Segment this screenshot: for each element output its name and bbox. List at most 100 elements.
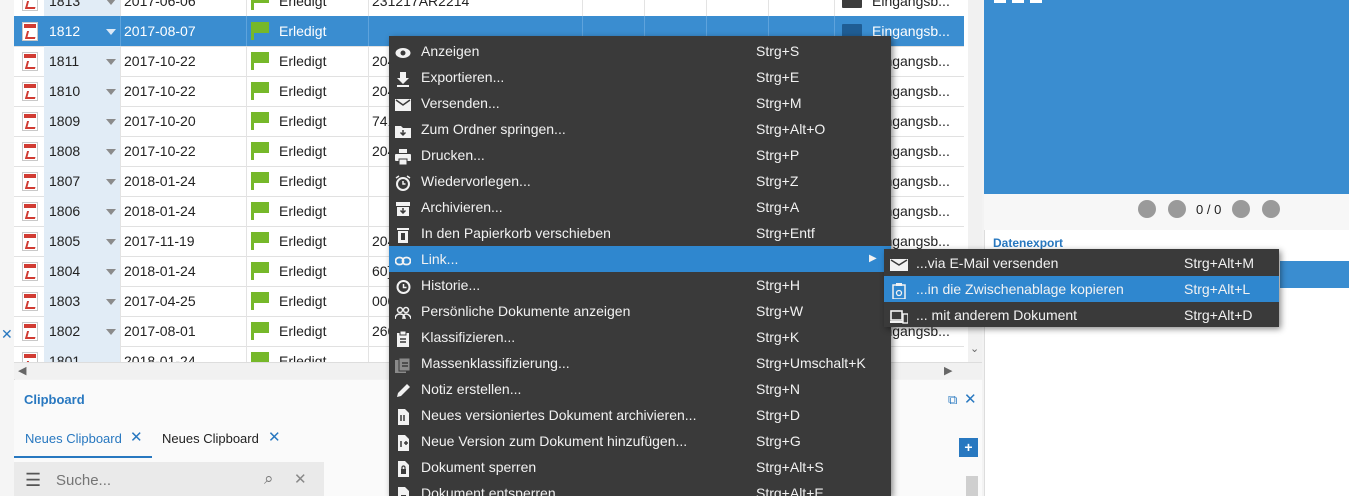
clipboard-copy-icon xyxy=(890,281,908,300)
submenu-item-anderes-dokument[interactable]: ... mit anderem Dokument Strg+Alt+D xyxy=(884,302,1279,328)
green-flag-icon xyxy=(251,22,269,40)
menu-item-drucken[interactable]: Drucken... Strg+P xyxy=(389,142,891,168)
pdf-file-icon xyxy=(22,52,38,71)
archive-icon xyxy=(395,199,411,216)
hamburger-menu-icon[interactable]: ☰ xyxy=(25,470,41,491)
doc-reference xyxy=(368,173,372,189)
menu-item-versenden[interactable]: Versenden... Strg+M xyxy=(389,90,891,116)
first-page-icon[interactable] xyxy=(1138,200,1156,218)
close-icon[interactable]: ✕ xyxy=(1,326,13,343)
doc-id: 1812 xyxy=(49,23,81,39)
dropdown-caret-icon[interactable] xyxy=(106,209,116,215)
scrollbar-thumb[interactable] xyxy=(966,476,978,496)
menu-item-massenklassifizierung[interactable]: Massenklassifizierung... Strg+Umschalt+K xyxy=(389,350,891,376)
doc-type-icon xyxy=(842,0,862,8)
menu-item-klassifizieren[interactable]: Klassifizieren... Strg+K xyxy=(389,324,891,350)
eye-icon xyxy=(395,43,411,59)
doc-id: 1809 xyxy=(49,113,81,129)
scroll-right-icon[interactable]: ▶ xyxy=(944,364,952,377)
green-flag-icon xyxy=(251,292,269,310)
menu-item-neue-version[interactable]: Neue Version zum Dokument hinzufügen... … xyxy=(389,428,891,454)
green-flag-icon xyxy=(251,352,269,362)
pdf-file-icon xyxy=(22,262,38,281)
menu-item-persoenliche-dokumente[interactable]: Persönliche Dokumente anzeigen Strg+W xyxy=(389,298,891,324)
popout-icon[interactable]: ⧉ xyxy=(948,392,957,408)
status-text: Erledigt xyxy=(279,293,327,309)
doc-date: 2018-01-24 xyxy=(124,353,196,362)
menu-item-exportieren[interactable]: Exportieren... Strg+E xyxy=(389,64,891,90)
green-flag-icon xyxy=(251,82,269,100)
dropdown-caret-icon[interactable] xyxy=(106,149,116,155)
submenu-item-email[interactable]: ...via E-Mail versenden Strg+Alt+M xyxy=(884,250,1279,276)
dropdown-caret-icon[interactable] xyxy=(106,119,116,125)
menu-item-wiedervorlegen[interactable]: Wiedervorlegen... Strg+Z xyxy=(389,168,891,194)
doc-id: 1804 xyxy=(49,263,81,279)
menu-item-anzeigen[interactable]: Anzeigen Strg+S xyxy=(389,38,891,64)
menu-item-papierkorb[interactable]: In den Papierkorb verschieben Strg+Entf xyxy=(389,220,891,246)
users-icon xyxy=(394,303,412,320)
scroll-left-icon[interactable]: ◀ xyxy=(18,364,26,377)
status-text: Erledigt xyxy=(279,23,327,39)
pdf-file-icon xyxy=(22,172,38,191)
close-icon[interactable]: ✕ xyxy=(268,429,281,447)
document-preview xyxy=(984,0,1349,194)
next-page-icon[interactable] xyxy=(1232,200,1250,218)
dropdown-caret-icon[interactable] xyxy=(106,59,116,65)
left-collapsed-panel: ✕ xyxy=(0,0,15,496)
dropdown-caret-icon[interactable] xyxy=(106,239,116,245)
dropdown-caret-icon[interactable] xyxy=(106,0,116,5)
doc-date: 2018-01-24 xyxy=(124,263,196,279)
dropdown-caret-icon[interactable] xyxy=(106,29,116,35)
table-row[interactable]: 1813 2017-06-06 Erledigt 231217AR2214 Ei… xyxy=(14,0,964,17)
search-icon[interactable]: ⌕ xyxy=(264,469,274,489)
submenu-item-zwischenablage[interactable]: ...in die Zwischenablage kopieren Strg+A… xyxy=(884,276,1279,302)
green-flag-icon xyxy=(251,142,269,160)
version-add-icon xyxy=(395,433,411,451)
menu-item-dokument-entsperren[interactable]: Dokument entsperren Strg+Alt+E xyxy=(389,480,891,496)
prev-page-icon[interactable] xyxy=(1168,200,1186,218)
status-text: Erledigt xyxy=(279,113,327,129)
last-page-icon[interactable] xyxy=(1262,200,1280,218)
dropdown-caret-icon[interactable] xyxy=(106,329,116,335)
pdf-file-icon xyxy=(22,352,38,362)
pdf-file-icon xyxy=(22,202,38,221)
doc-date: 2017-08-01 xyxy=(124,323,196,339)
doc-id: 1813 xyxy=(49,0,81,9)
menu-item-archivieren[interactable]: Archivieren... Strg+A xyxy=(389,194,891,220)
dropdown-caret-icon[interactable] xyxy=(106,269,116,275)
pdf-file-icon xyxy=(22,292,38,311)
doc-date: 2017-10-22 xyxy=(124,143,196,159)
menu-item-versioniertes-dokument[interactable]: Neues versioniertes Dokument archivieren… xyxy=(389,402,891,428)
clear-icon[interactable]: ✕ xyxy=(294,470,307,488)
tab-clipboard-2[interactable]: Neues Clipboard ✕ xyxy=(152,429,290,456)
green-flag-icon xyxy=(251,232,269,250)
pencil-icon xyxy=(395,381,411,397)
doc-date: 2017-10-20 xyxy=(124,113,196,129)
pdf-file-icon xyxy=(22,232,38,251)
menu-item-historie[interactable]: Historie... Strg+H xyxy=(389,272,891,298)
dropdown-caret-icon[interactable] xyxy=(106,299,116,305)
close-icon[interactable]: ✕ xyxy=(130,429,143,447)
menu-item-notiz-erstellen[interactable]: Notiz erstellen... Strg+N xyxy=(389,376,891,402)
search-input[interactable] xyxy=(54,468,258,492)
status-text: Erledigt xyxy=(279,143,327,159)
tab-label: Neues Clipboard xyxy=(162,431,259,446)
tab-clipboard-1[interactable]: Neues Clipboard ✕ xyxy=(14,429,152,458)
menu-item-link[interactable]: Link... ▶ xyxy=(389,246,891,272)
dropdown-caret-icon[interactable] xyxy=(106,89,116,95)
selected-export-row[interactable] xyxy=(1280,261,1349,288)
green-flag-icon xyxy=(251,202,269,220)
green-flag-icon xyxy=(251,52,269,70)
menu-item-zum-ordner-springen[interactable]: Zum Ordner springen... Strg+Alt+O xyxy=(389,116,891,142)
pdf-file-icon xyxy=(22,112,38,131)
add-icon[interactable]: + xyxy=(959,438,978,457)
status-text: Erledigt xyxy=(279,53,327,69)
menu-item-dokument-sperren[interactable]: Dokument sperren Strg+Alt+S xyxy=(389,454,891,480)
doc-type: Eingangsb... xyxy=(872,0,950,9)
scroll-down-icon[interactable]: ⌄ xyxy=(970,342,979,355)
green-flag-icon xyxy=(251,322,269,340)
close-icon[interactable]: ✕ xyxy=(964,390,977,408)
alarm-clock-icon xyxy=(395,173,411,191)
dropdown-caret-icon[interactable] xyxy=(106,179,116,185)
status-text: Erledigt xyxy=(279,353,327,362)
